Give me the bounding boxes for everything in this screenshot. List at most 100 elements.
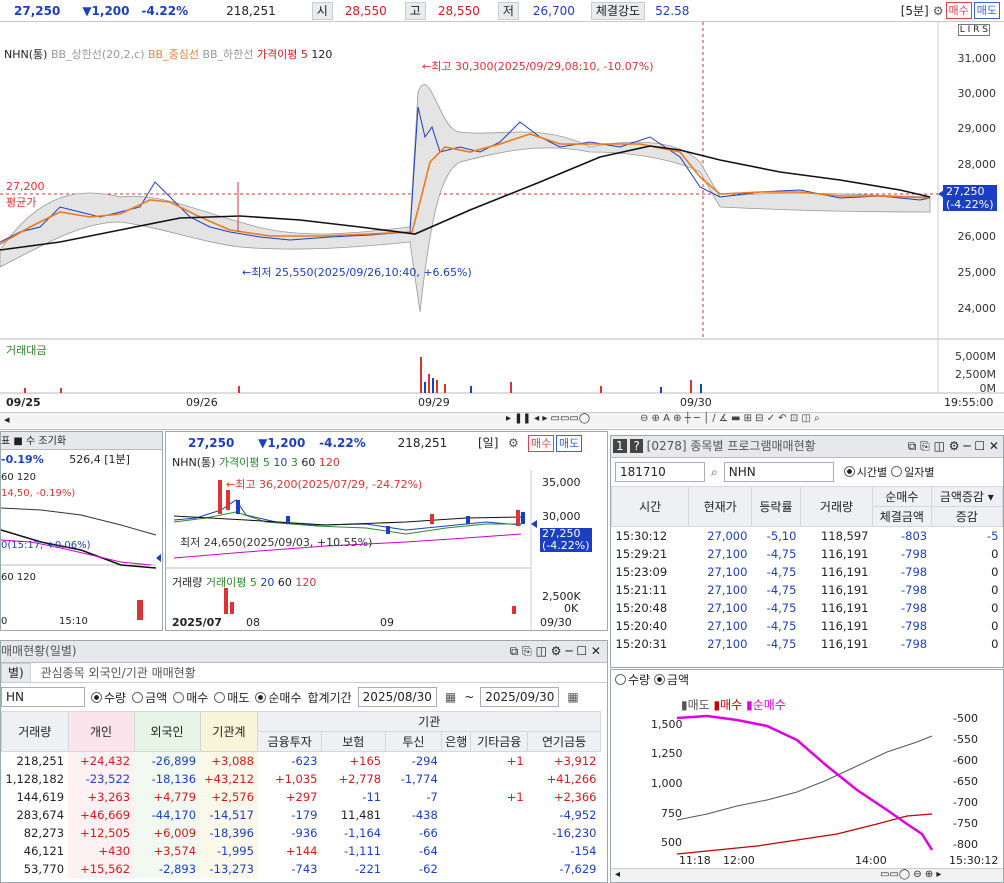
tab-watchlist[interactable]: 관심종목 외국인/기관 매매현황 xyxy=(41,666,196,680)
program-legend: ▮매도 ▮매수 ▮순매수 xyxy=(681,698,786,712)
date-to[interactable]: 2025/09/30 xyxy=(480,687,560,707)
program-table: 시간 현재가 등락률 거래량 순매수 금액증감 ▾ 체결금액 증감 15:30:… xyxy=(610,486,1004,653)
table-row[interactable]: 53,770 +15,562 -2,893 -13,273 -743 -221 -62 -7,… xyxy=(2,859,601,878)
mid-period[interactable]: [일] xyxy=(478,432,498,454)
mid-volume: 218,251 xyxy=(397,436,448,450)
period-label: 합계기간 xyxy=(307,690,352,705)
th-select[interactable]: 금액증감 ▾ xyxy=(930,486,1004,507)
gear-icon[interactable]: ⚙ xyxy=(933,4,944,18)
table-cell: 27,100 xyxy=(707,546,748,561)
help-icon[interactable]: ? xyxy=(630,439,643,453)
th: 기타금융 xyxy=(470,731,529,752)
date-from[interactable]: 2025/08/30 xyxy=(357,687,437,707)
table-row[interactable]: 15:23:09 27,100 -4,75 116,191 -798 0 xyxy=(612,563,1003,581)
table-cell: 27,100 xyxy=(707,600,748,615)
table-row[interactable]: 15:21:11 27,100 -4,75 116,191 -798 0 xyxy=(612,581,1003,599)
ytick: 29,000 xyxy=(957,122,997,135)
radio-date[interactable]: 일자별 xyxy=(891,464,934,480)
code-input[interactable]: 181710 xyxy=(615,462,705,482)
table-cell: +144 xyxy=(285,843,318,858)
stock-field[interactable]: HN xyxy=(1,687,85,707)
mid-sell-button[interactable]: 매도 xyxy=(556,435,583,452)
scroll-left-icon[interactable]: ◂ xyxy=(4,413,10,426)
radio-qty[interactable]: 수량 xyxy=(615,673,650,687)
table-cell: 116,191 xyxy=(820,618,869,633)
table-cell: 15:29:21 xyxy=(615,546,668,561)
l-tick: 1,250 xyxy=(651,747,683,760)
low-value: 26,700 xyxy=(532,3,575,18)
mini-tab[interactable]: 수 xyxy=(26,436,35,447)
program-scrollbar[interactable]: ◂ ▭▭◯ ⊖ ⊕ ▸ xyxy=(611,868,1003,882)
table-row[interactable]: 15:20:48 27,100 -4,75 116,191 -798 0 xyxy=(612,599,1003,617)
table-cell: +3,088 xyxy=(200,751,258,770)
table-row[interactable]: 15:20:31 27,100 -4,75 116,191 -798 0 xyxy=(612,635,1003,653)
table-cell: -62 xyxy=(419,861,438,876)
table-cell: 15:20:40 xyxy=(615,618,668,633)
mini-note2: 0(15:17, +0.06%) xyxy=(1,540,91,551)
table-cell: 116,191 xyxy=(820,600,869,615)
table-cell: -803 xyxy=(900,528,928,543)
buy-button[interactable]: 매수 xyxy=(945,2,972,19)
table-row[interactable]: 283,674 +46,669 -44,170 -14,517 -179 11,481 -4… xyxy=(2,805,601,824)
table-cell: -23,522 xyxy=(68,769,135,788)
mini-tab[interactable]: 조기화 xyxy=(38,436,66,447)
mid-current-tag: 27,250 (-4.22%) xyxy=(540,527,592,552)
radio-net[interactable]: 순매수 xyxy=(255,689,302,706)
playback-controls[interactable]: ▸ ❚❚ ◂ ▸ ▭▭▭◯ xyxy=(506,413,590,424)
table-cell: 27,100 xyxy=(707,636,748,651)
calendar-icon[interactable]: ▦ xyxy=(445,690,456,704)
table-row[interactable]: 144,619 +3,263 +4,779 +2,576 +297 -11 -7 +1 +2,3… xyxy=(2,787,601,806)
radio-buy[interactable]: 매수 xyxy=(173,689,208,706)
table-row[interactable]: 15:20:40 27,100 -4,75 116,191 -798 0 xyxy=(612,617,1003,635)
table-row[interactable]: 46,121 +430 +3,574 -1,995 +144 -1,111 -64 -154 xyxy=(2,841,601,860)
main-chart-svg[interactable] xyxy=(0,22,1004,430)
window-controls[interactable]: ⧉ ⎘ ◫ ⚙ ─ ☐ ✕ xyxy=(510,641,601,661)
table-row[interactable]: 218,251 +24,432 -26,899 +3,088 -623 +165 -294 +… xyxy=(2,751,601,770)
table-cell: -4,75 xyxy=(766,546,797,561)
table-cell: 46,121 xyxy=(23,843,65,858)
mid-buy-button[interactable]: 매수 xyxy=(528,435,555,452)
window-controls[interactable]: ⧉ ⎘ ◫ ⚙ ─ ☐ ✕ xyxy=(908,436,999,456)
table-cell: +2,366 xyxy=(553,789,597,804)
mini-tab[interactable]: ■ xyxy=(13,436,22,447)
r-tick: -600 xyxy=(953,754,978,767)
quote-bar: 27,250 ▼1,200 -4.22% 218,251 시 28,550 고 … xyxy=(0,0,1004,22)
ytick: 25,000 xyxy=(957,266,997,279)
table-cell: -221 xyxy=(354,861,382,876)
l-tick: 500 xyxy=(661,836,682,849)
radio-qty[interactable]: 수량 xyxy=(91,689,126,706)
program-chart-svg[interactable] xyxy=(677,714,937,858)
table-row[interactable]: 1,128,182 -23,522 -18,136 +43,212 +1,035 +2,7… xyxy=(2,769,601,788)
name-field[interactable]: NHN xyxy=(723,462,834,482)
th-vol: 거래량 xyxy=(799,486,874,527)
table-cell: 116,191 xyxy=(820,546,869,561)
table-cell xyxy=(471,860,528,878)
table-cell: 15:30:12 xyxy=(615,528,668,543)
table-cell: -1,164 xyxy=(344,825,382,840)
radio-time[interactable]: 시간별 xyxy=(843,464,887,480)
open-label: 시 xyxy=(311,1,333,20)
tab-daily[interactable]: 별) xyxy=(1,663,31,683)
table-row[interactable]: 15:29:21 27,100 -4,75 116,191 -798 0 xyxy=(612,545,1003,563)
radio-amt[interactable]: 금액 xyxy=(653,673,689,687)
th: 연기금등 xyxy=(527,731,601,752)
program-title: [0278] 종목별 프로그램매매현황 xyxy=(646,439,816,453)
calendar-icon[interactable]: ▦ xyxy=(567,690,578,704)
table-row[interactable]: 82,273 +12,505 +6,009 -18,396 -936 -1,164 -66 -… xyxy=(2,823,601,842)
table-row[interactable]: 15:30:12 27,000 -5,10 118,597 -803 -5 xyxy=(612,527,1003,545)
mini-tab[interactable]: 표 xyxy=(1,436,10,447)
table-cell: +24,432 xyxy=(68,751,135,770)
l-tick: 1,500 xyxy=(651,718,683,731)
table-cell: 15:21:11 xyxy=(615,582,668,597)
period-select[interactable]: [5분] xyxy=(901,2,929,19)
gear-icon[interactable]: ⚙ xyxy=(508,432,519,454)
program-code-tag: 1 xyxy=(613,439,627,453)
sell-button[interactable]: 매도 xyxy=(973,2,1000,19)
table-cell: 27,100 xyxy=(707,564,748,579)
chart-scrollbar[interactable]: ◂ ▸ ❚❚ ◂ ▸ ▭▭▭◯ ⊖ ⊕ A ⊕ ┼ ─ │ ∕ ∡ ▬ ⊞ ⊟ … xyxy=(0,412,1004,428)
radio-sell[interactable]: 매도 xyxy=(214,689,249,706)
search-icon[interactable]: ⌕ xyxy=(711,465,718,480)
radio-amt[interactable]: 금액 xyxy=(132,689,167,706)
zoom-tools[interactable]: ⊖ ⊕ A ⊕ ┼ ─ │ ∕ ∡ ▬ ⊞ ⊟ ✓ ↶ ⊡ ◫ ⌕ xyxy=(640,413,820,424)
ytick: 24,000 xyxy=(957,302,997,315)
